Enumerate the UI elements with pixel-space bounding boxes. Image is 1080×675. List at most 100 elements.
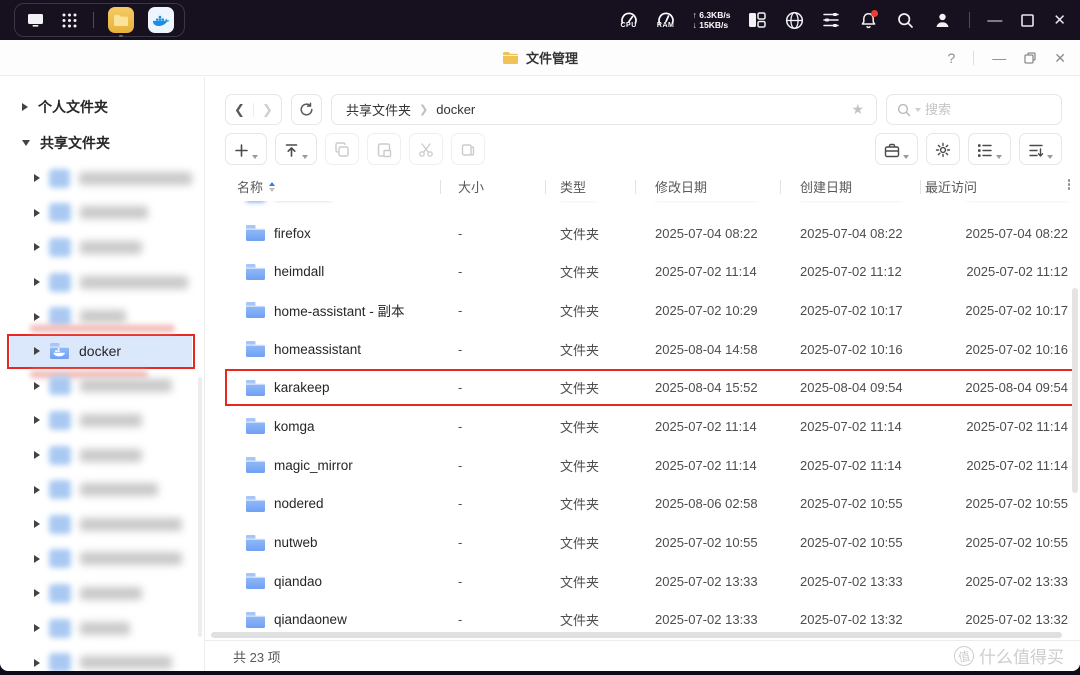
sidebar-item-docker[interactable]: docker <box>10 334 192 369</box>
table-row-nodered[interactable]: nodered-文件夹2025-08-06 02:582025-07-02 10… <box>229 485 1076 524</box>
breadcrumb-root[interactable]: 共享文件夹 <box>346 100 411 119</box>
sidebar-item-blurred[interactable] <box>10 611 192 646</box>
upload-button[interactable] <box>275 133 317 165</box>
column-header-accessed[interactable]: 最近访问 <box>920 172 1076 201</box>
sidebar-item-blurred[interactable] <box>10 161 192 196</box>
refresh-button[interactable] <box>291 94 322 125</box>
app-launcher-icon[interactable] <box>59 10 79 30</box>
collapse-arrow-icon[interactable] <box>34 278 40 286</box>
table-row-qiandao[interactable]: qiandao-文件夹2025-07-02 13:332025-07-02 13… <box>229 562 1076 601</box>
tools-button[interactable] <box>875 133 918 165</box>
column-header-created[interactable]: 创建日期 <box>780 172 920 201</box>
table-row-heimdall[interactable]: heimdall-文件夹2025-07-02 11:142025-07-02 1… <box>229 252 1076 291</box>
favorite-star-icon[interactable]: ★ <box>851 101 864 118</box>
collapse-arrow-icon[interactable] <box>34 451 40 459</box>
table-row-komga[interactable]: komga-文件夹2025-07-02 11:142025-07-02 11:1… <box>229 407 1076 446</box>
minimize-icon[interactable]: — <box>992 50 1006 66</box>
collapse-arrow-icon[interactable] <box>34 313 40 321</box>
expand-arrow-icon[interactable] <box>22 140 30 146</box>
sidebar-item-blurred[interactable] <box>10 576 192 611</box>
collapse-arrow-icon[interactable] <box>34 555 40 563</box>
user-account-icon[interactable] <box>932 10 952 30</box>
horizontal-scrollbar[interactable] <box>211 632 1062 638</box>
table-row-karakeep[interactable]: karakeep-文件夹2025-08-04 15:522025-08-04 0… <box>229 368 1076 407</box>
modified-date: 2025-08-06 02:58 <box>635 496 780 511</box>
collapse-arrow-icon[interactable] <box>34 589 40 597</box>
new-item-button[interactable] <box>225 133 267 165</box>
sidebar-item-blurred[interactable] <box>10 196 192 231</box>
ram-monitor-icon[interactable]: RAM <box>656 11 676 29</box>
view-mode-button[interactable] <box>968 133 1011 165</box>
new-item-caret-icon <box>252 155 258 159</box>
cut-button[interactable] <box>409 133 443 165</box>
notifications-bell-icon[interactable] <box>858 10 878 30</box>
table-row-home-assistant - 副本[interactable]: home-assistant - 副本-文件夹2025-07-02 10:292… <box>229 291 1076 330</box>
collapse-arrow-icon[interactable] <box>34 416 40 424</box>
file-size: - <box>440 264 545 279</box>
column-header-size[interactable]: 大小 <box>440 172 545 201</box>
collapse-arrow-icon[interactable] <box>34 243 40 251</box>
sidebar-item-blurred[interactable] <box>10 403 192 438</box>
collapse-arrow-icon[interactable] <box>34 382 40 390</box>
table-row-magic_mirror[interactable]: magic_mirror-文件夹2025-07-02 11:142025-07-… <box>229 446 1076 485</box>
search-input[interactable] <box>925 102 1025 117</box>
sidebar-item-blurred[interactable] <box>10 542 192 577</box>
widgets-panel-icon[interactable] <box>747 10 767 30</box>
sidebar-item-blurred[interactable] <box>10 265 192 300</box>
collapse-arrow-icon[interactable] <box>34 486 40 494</box>
accessed-date: 2025-07-02 10:55 <box>920 535 1076 550</box>
docker-app-icon[interactable] <box>148 7 174 33</box>
column-header-modified[interactable]: 修改日期 <box>635 172 780 201</box>
collapse-arrow-icon[interactable] <box>34 347 40 355</box>
language-globe-icon[interactable] <box>784 10 804 30</box>
sidebar-item-blurred[interactable] <box>10 645 192 671</box>
collapse-arrow-icon[interactable] <box>34 174 40 182</box>
search-filter-caret-icon[interactable] <box>915 108 921 112</box>
help-icon[interactable]: ? <box>947 50 955 66</box>
search-box[interactable] <box>886 94 1062 125</box>
back-button[interactable]: ❮ <box>226 95 253 124</box>
collapse-arrow-icon[interactable] <box>34 624 40 632</box>
cpu-monitor-icon[interactable]: CPU <box>619 11 639 29</box>
sidebar-item-blurred[interactable] <box>10 369 192 404</box>
column-header-type[interactable]: 类型 <box>545 172 635 201</box>
desktop-maximize-icon[interactable] <box>1021 14 1034 27</box>
storage-server-icon[interactable] <box>821 10 841 30</box>
table-row-nutweb[interactable]: nutweb-文件夹2025-07-02 10:552025-07-02 10:… <box>229 523 1076 562</box>
table-row-firefox[interactable]: firefox-文件夹2025-07-04 08:222025-07-04 08… <box>229 214 1076 253</box>
blurred-folder-label <box>80 518 182 531</box>
column-options-icon[interactable] <box>1068 179 1071 190</box>
sort-button[interactable] <box>1019 133 1062 165</box>
table-row-homeassistant[interactable]: homeassistant-文件夹2025-08-04 14:582025-07… <box>229 330 1076 369</box>
copy-button[interactable] <box>325 133 359 165</box>
collapse-arrow-icon[interactable] <box>34 209 40 217</box>
breadcrumb-current[interactable]: docker <box>436 102 475 117</box>
collapse-arrow-icon[interactable] <box>34 520 40 528</box>
sidebar-item-blurred[interactable] <box>10 438 192 473</box>
settings-button[interactable] <box>926 133 960 165</box>
folder-icon <box>49 549 71 568</box>
desktop-icon[interactable] <box>25 10 45 30</box>
vertical-scrollbar[interactable] <box>1072 288 1078 493</box>
close-icon[interactable]: ✕ <box>1054 50 1066 67</box>
paste-button[interactable] <box>367 133 401 165</box>
desktop-minimize-icon[interactable]: — <box>987 12 1002 29</box>
duplicate-button[interactable] <box>451 133 485 165</box>
sidebar-scrollbar[interactable] <box>198 377 202 637</box>
sidebar-item-personal-folders[interactable]: 个人文件夹 <box>0 89 204 125</box>
table-row[interactable] <box>229 201 1076 214</box>
search-icon[interactable] <box>895 10 915 30</box>
column-header-name[interactable]: 名称 <box>229 172 440 201</box>
restore-icon[interactable] <box>1024 52 1036 64</box>
file-manager-app-icon[interactable] <box>108 7 134 33</box>
collapse-arrow-icon[interactable] <box>22 103 28 111</box>
upload-caret-icon <box>302 155 308 159</box>
sidebar-item-shared-folders[interactable]: 共享文件夹 <box>0 125 204 161</box>
network-speed[interactable]: ↑ 6.3KB/s ↓ 15KB/s <box>693 10 731 30</box>
desktop-close-icon[interactable]: ✕ <box>1053 11 1066 29</box>
sidebar-item-blurred[interactable] <box>10 507 192 542</box>
sidebar-item-blurred[interactable] <box>10 472 192 507</box>
sidebar-item-blurred[interactable] <box>10 230 192 265</box>
forward-button[interactable]: ❯ <box>254 95 281 124</box>
collapse-arrow-icon[interactable] <box>34 659 40 667</box>
